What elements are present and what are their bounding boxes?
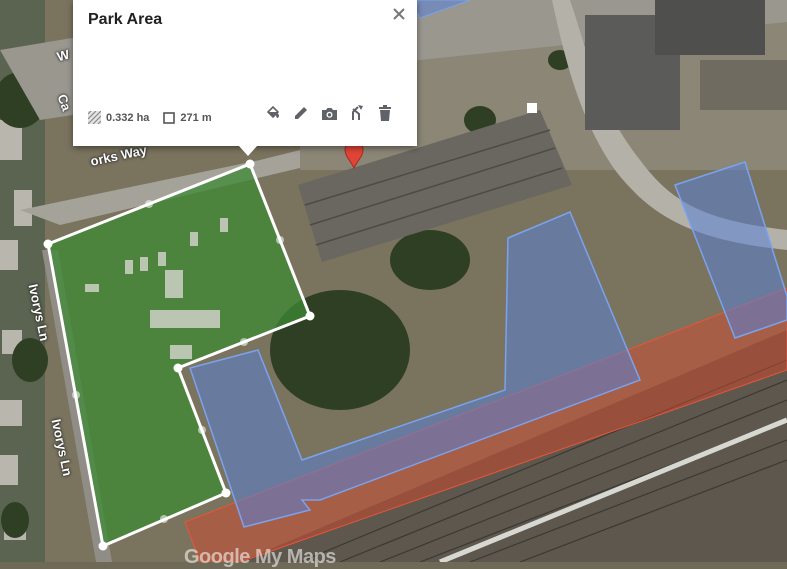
vertex-handle xyxy=(221,488,231,498)
building-annex xyxy=(700,60,787,110)
popup-pointer xyxy=(239,146,257,156)
midpoint-handle xyxy=(145,200,153,208)
paint-bucket-icon[interactable] xyxy=(263,104,283,122)
trash-icon[interactable] xyxy=(375,104,395,122)
midpoint-handle xyxy=(240,338,248,346)
small-marker xyxy=(527,103,537,113)
perimeter-value: 271 m xyxy=(180,111,212,124)
building-small xyxy=(655,0,765,55)
feature-toolbar xyxy=(255,104,395,122)
area-value: 0.332 ha xyxy=(106,111,150,124)
camera-icon[interactable] xyxy=(319,104,339,122)
perimeter-stat: 271 m xyxy=(163,111,212,124)
midpoint-handle xyxy=(160,515,168,523)
directions-icon[interactable] xyxy=(347,104,367,122)
area-hatch-icon xyxy=(88,111,101,124)
feature-title: Park Area xyxy=(88,11,163,28)
midpoint-handle xyxy=(198,426,206,434)
pencil-icon[interactable] xyxy=(291,104,311,122)
vertex-handle xyxy=(245,159,255,169)
vertex-handle xyxy=(305,311,315,321)
vertex-handle xyxy=(173,363,183,373)
vertex-handle xyxy=(98,541,108,551)
vertex-handle xyxy=(43,239,53,249)
area-stat: 0.332 ha xyxy=(88,111,149,124)
midpoint-handle xyxy=(276,236,284,244)
square-icon xyxy=(163,111,176,124)
close-icon[interactable] xyxy=(389,4,409,24)
midpoint-handle xyxy=(72,391,80,399)
measurements: 0.332 ha 271 m xyxy=(88,111,226,124)
map-watermark: Google My Maps xyxy=(184,546,336,568)
feature-info-popup: Park Area 0.332 ha 271 m xyxy=(73,0,417,146)
